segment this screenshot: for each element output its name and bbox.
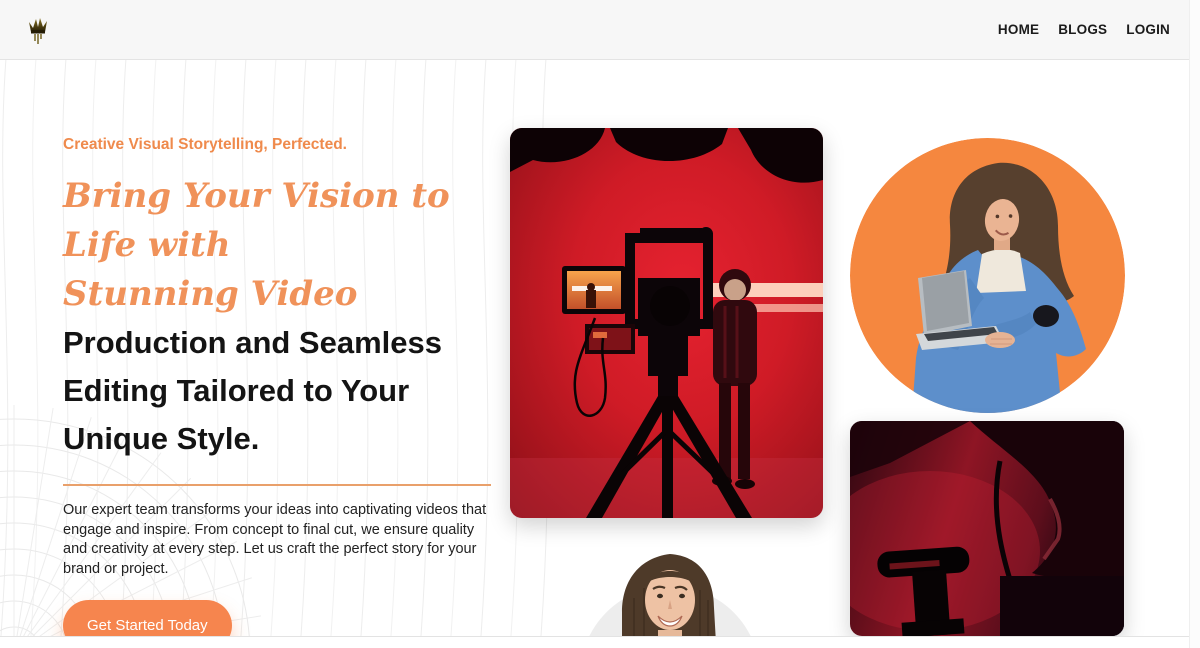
next-section-edge: [0, 636, 1200, 648]
site-logo[interactable]: [26, 15, 50, 45]
main-nav: HOME BLOGS LOGIN: [998, 22, 1170, 37]
editing-photo-art: [850, 421, 1124, 636]
laptop-woman-art: [850, 138, 1125, 413]
nav-link-login[interactable]: LOGIN: [1126, 22, 1170, 37]
team-member-photo: [578, 548, 758, 636]
laptop-woman-photo: [850, 138, 1125, 413]
editing-photo: [850, 421, 1124, 636]
nav-link-blogs[interactable]: BLOGS: [1058, 22, 1107, 37]
landing-page: HOME BLOGS LOGIN Creative Visual Storyte…: [0, 0, 1200, 648]
crown-icon: [29, 17, 47, 44]
hero-headline: Bring Your Vision to Life with Stunning …: [63, 172, 503, 463]
nav-link-home[interactable]: HOME: [998, 22, 1039, 37]
hero-description: Our expert team transforms your ideas in…: [63, 502, 487, 577]
page-scrollbar[interactable]: [1189, 0, 1200, 648]
studio-photo-art: [510, 128, 823, 518]
hero-content: Creative Visual Storytelling, Perfected.…: [63, 136, 503, 648]
headline-script-line1: Bring Your Vision to Life with: [63, 176, 450, 265]
headline-bold-part: Production and Seamless Editing Tailored…: [63, 325, 442, 456]
studio-photo: [510, 128, 823, 518]
hero-tagline: Creative Visual Storytelling, Perfected.: [63, 136, 347, 153]
hero-divider: [63, 484, 491, 486]
team-member-art: [589, 554, 751, 636]
headline-script-line2: Stunning Video: [63, 274, 358, 314]
top-navbar: HOME BLOGS LOGIN: [0, 0, 1200, 60]
